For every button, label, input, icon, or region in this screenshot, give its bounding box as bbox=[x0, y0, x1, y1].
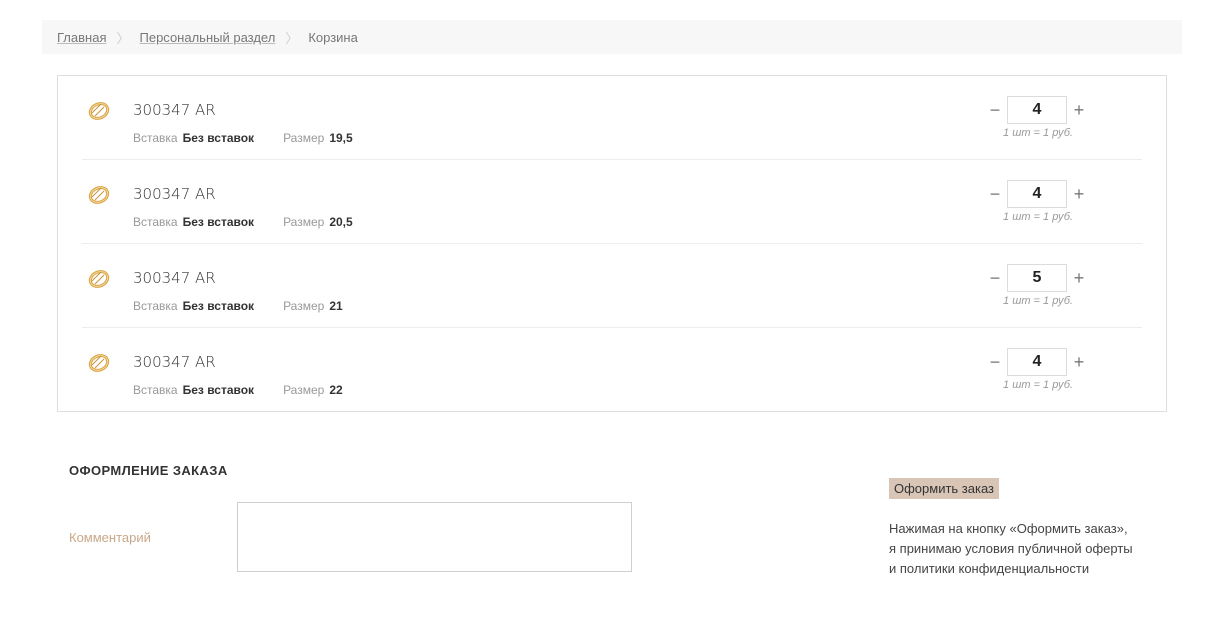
item-name[interactable]: 300347 AR bbox=[133, 185, 216, 203]
gold-ring-icon bbox=[88, 186, 110, 204]
size-label: Размер bbox=[283, 131, 325, 145]
item-properties: Вставка Без вставок Размер 20,5 bbox=[133, 215, 353, 229]
quantity-input[interactable]: 5 bbox=[1007, 264, 1067, 292]
disclaimer-line: я принимаю условия публичной оферты bbox=[889, 541, 1133, 556]
item-properties: Вставка Без вставок Размер 21 bbox=[133, 299, 343, 313]
breadcrumb: Главная 〉 Персональный раздел 〉 Корзина bbox=[42, 20, 1182, 54]
unit-price: 1 шт = 1 руб. bbox=[1003, 379, 1073, 391]
quantity-stepper: − 4 + bbox=[983, 348, 1093, 376]
comment-field[interactable] bbox=[237, 502, 632, 572]
cart-item-row: 300347 AR Вставка Без вставок Размер 20,… bbox=[82, 160, 1142, 244]
decrease-quantity-button[interactable]: − bbox=[983, 180, 1007, 208]
gold-ring-icon bbox=[88, 270, 110, 288]
size-label: Размер bbox=[283, 383, 325, 397]
insert-label: Вставка bbox=[133, 383, 178, 397]
size-value: 21 bbox=[329, 299, 343, 313]
gold-ring-icon bbox=[88, 354, 110, 372]
breadcrumb-separator: 〉 bbox=[116, 30, 130, 46]
cart-list: 300347 AR Вставка Без вставок Размер 19,… bbox=[57, 75, 1167, 412]
size-value: 22 bbox=[329, 383, 343, 397]
size-value: 19,5 bbox=[329, 131, 353, 145]
item-name[interactable]: 300347 AR bbox=[133, 269, 216, 287]
increase-quantity-button[interactable]: + bbox=[1067, 264, 1091, 292]
quantity-input[interactable]: 4 bbox=[1007, 348, 1067, 376]
checkout-title: ОФОРМЛЕНИЕ ЗАКАЗА bbox=[69, 463, 228, 478]
item-name[interactable]: 300347 AR bbox=[133, 101, 216, 119]
insert-label: Вставка bbox=[133, 131, 178, 145]
quantity-stepper: − 4 + bbox=[983, 180, 1093, 208]
breadcrumb-current: Корзина bbox=[308, 29, 358, 45]
size-label: Размер bbox=[283, 215, 325, 229]
breadcrumb-separator: 〉 bbox=[285, 30, 299, 46]
gold-ring-icon bbox=[88, 102, 110, 120]
item-properties: Вставка Без вставок Размер 19,5 bbox=[133, 131, 353, 145]
comment-label: Комментарий bbox=[69, 530, 151, 545]
quantity-input[interactable]: 4 bbox=[1007, 96, 1067, 124]
insert-value: Без вставок bbox=[182, 215, 255, 229]
unit-price: 1 шт = 1 руб. bbox=[1003, 211, 1073, 223]
cart-item-row: 300347 AR Вставка Без вставок Размер 19,… bbox=[82, 76, 1142, 160]
insert-label: Вставка bbox=[133, 215, 178, 229]
increase-quantity-button[interactable]: + bbox=[1067, 348, 1091, 376]
size-value: 20,5 bbox=[329, 215, 353, 229]
unit-price: 1 шт = 1 руб. bbox=[1003, 295, 1073, 307]
size-label: Размер bbox=[283, 299, 325, 313]
disclaimer-line: и политики конфиденциальности bbox=[889, 561, 1090, 576]
increase-quantity-button[interactable]: + bbox=[1067, 96, 1091, 124]
insert-label: Вставка bbox=[133, 299, 178, 313]
cart-item-row: 300347 AR Вставка Без вставок Размер 21 … bbox=[82, 244, 1142, 328]
order-disclaimer: Нажимая на кнопку «Оформить заказ», я пр… bbox=[889, 519, 1179, 579]
insert-value: Без вставок bbox=[182, 299, 255, 313]
unit-price: 1 шт = 1 руб. bbox=[1003, 127, 1073, 139]
item-name[interactable]: 300347 AR bbox=[133, 353, 216, 371]
insert-value: Без вставок bbox=[182, 383, 255, 397]
decrease-quantity-button[interactable]: − bbox=[983, 264, 1007, 292]
breadcrumb-link-home[interactable]: Главная bbox=[57, 30, 106, 45]
decrease-quantity-button[interactable]: − bbox=[983, 348, 1007, 376]
insert-value: Без вставок bbox=[182, 131, 255, 145]
item-properties: Вставка Без вставок Размер 22 bbox=[133, 383, 343, 397]
decrease-quantity-button[interactable]: − bbox=[983, 96, 1007, 124]
disclaimer-line: Нажимая на кнопку «Оформить заказ», bbox=[889, 521, 1128, 536]
cart-item-row: 300347 AR Вставка Без вставок Размер 22 … bbox=[82, 328, 1142, 412]
quantity-stepper: − 4 + bbox=[983, 96, 1093, 124]
increase-quantity-button[interactable]: + bbox=[1067, 180, 1091, 208]
quantity-input[interactable]: 4 bbox=[1007, 180, 1067, 208]
breadcrumb-link-personal[interactable]: Персональный раздел bbox=[140, 30, 276, 45]
place-order-button[interactable]: Оформить заказ bbox=[889, 478, 1000, 499]
quantity-stepper: − 5 + bbox=[983, 264, 1093, 292]
